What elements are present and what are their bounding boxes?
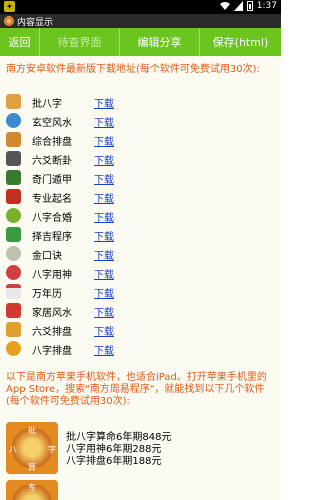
apple-app-item: 批八字算命6年期848元	[66, 432, 172, 443]
date-select-icon	[6, 227, 21, 242]
software-row: 家居风水 下载	[0, 301, 281, 320]
window-title: 内容显示	[17, 17, 54, 28]
naming-icon	[6, 189, 21, 204]
wifi-icon	[219, 2, 230, 10]
status-bar: ✦ 1:37	[0, 0, 281, 14]
jinkoujue-icon	[6, 246, 21, 261]
battery-icon	[246, 1, 253, 11]
liuyao-icon	[6, 322, 21, 337]
signal-icon	[233, 1, 243, 11]
home-fengshui-icon	[6, 303, 21, 318]
logo-char: 批	[28, 426, 36, 435]
calendar-icon	[6, 284, 21, 299]
download-link[interactable]: 下载	[94, 285, 114, 300]
download-link[interactable]: 下载	[94, 247, 114, 262]
yongshen-icon	[6, 265, 21, 280]
software-row: 综合排盘 下载	[0, 130, 281, 149]
clock: 1:37	[256, 1, 277, 11]
software-row: 八字排盘 下载	[0, 339, 281, 358]
software-name: 批八字	[32, 99, 62, 110]
logo-char: 专	[28, 483, 36, 492]
software-row: 六爻断卦 下载	[0, 149, 281, 168]
software-row: 八字用神 下载	[0, 263, 281, 282]
download-link[interactable]: 下载	[94, 133, 114, 148]
software-name: 金口诀	[32, 251, 62, 262]
android-download-heading: 南方安卓软件最新版下载地址(每个软件可免费试用30次):	[6, 64, 260, 75]
download-link[interactable]: 下载	[94, 304, 114, 319]
apple-app-list: 批八字算命6年期848元 八字用神6年期288元 八字排盘6年期188元	[66, 432, 171, 468]
edit-share-button[interactable]: 编辑分享	[120, 28, 200, 56]
software-row: 玄空风水 下载	[0, 111, 281, 130]
software-row: 六爻排盘 下载	[0, 320, 281, 339]
download-link[interactable]: 下载	[94, 209, 114, 224]
software-name: 综合排盘	[32, 137, 72, 148]
marriage-icon	[6, 208, 21, 223]
download-link[interactable]: 下载	[94, 171, 114, 186]
software-name: 万年历	[32, 289, 62, 300]
content-area[interactable]: 南方安卓软件最新版下载地址(每个软件可免费试用30次): 批八字 下载 玄空风水…	[0, 56, 281, 500]
download-link[interactable]: 下载	[94, 152, 114, 167]
globe-icon	[6, 113, 21, 128]
compass-icon	[6, 132, 21, 147]
app-icon	[4, 16, 14, 26]
software-name: 玄空风水	[32, 118, 72, 129]
back-button[interactable]: 返回	[0, 28, 40, 56]
apple-software-heading: 以下是南方苹果手机软件，也适合iPad。打开苹果手机里的App Store，搜索…	[6, 372, 267, 407]
download-link[interactable]: 下载	[94, 342, 114, 357]
software-row: 八字合婚 下载	[0, 206, 281, 225]
second-app-logo[interactable]: 专	[6, 480, 58, 500]
apple-app-item: 八字用神6年期288元	[66, 444, 162, 455]
software-name: 奇门遁甲	[32, 175, 72, 186]
logo-char: 八	[9, 445, 17, 454]
pending-view-button[interactable]: 待查界面	[40, 28, 120, 56]
title-bar: 内容显示	[0, 14, 281, 28]
download-link[interactable]: 下载	[94, 114, 114, 129]
toolbar: 返回 待查界面 编辑分享 保存(html)	[0, 28, 281, 56]
download-link[interactable]: 下载	[94, 95, 114, 110]
save-html-button[interactable]: 保存(html)	[200, 28, 281, 56]
bazi-app-logo[interactable]: 批 八 字 算	[6, 422, 58, 474]
download-link[interactable]: 下载	[94, 190, 114, 205]
notification-icon: ✦	[4, 1, 15, 12]
software-row: 择吉程序 下载	[0, 225, 281, 244]
software-name: 六爻断卦	[32, 156, 72, 167]
bazi-icon	[6, 94, 21, 109]
software-row: 奇门遁甲 下载	[0, 168, 281, 187]
software-name: 家居风水	[32, 308, 72, 319]
software-name: 八字用神	[32, 270, 72, 281]
logo-char: 字	[48, 445, 56, 454]
software-row: 专业起名 下载	[0, 187, 281, 206]
software-row: 批八字 下载	[0, 92, 281, 111]
logo-char: 算	[28, 463, 36, 472]
software-name: 择吉程序	[32, 232, 72, 243]
software-name: 八字排盘	[32, 346, 72, 357]
software-name: 专业起名	[32, 194, 72, 205]
hexagram-icon	[6, 151, 21, 166]
software-name: 八字合婚	[32, 213, 72, 224]
software-name: 六爻排盘	[32, 327, 72, 338]
apple-app-item: 八字排盘6年期188元	[66, 456, 162, 467]
download-link[interactable]: 下载	[94, 323, 114, 338]
software-row: 金口诀 下载	[0, 244, 281, 263]
download-link[interactable]: 下载	[94, 228, 114, 243]
qimen-icon	[6, 170, 21, 185]
bazi-chart-icon	[6, 341, 21, 356]
download-link[interactable]: 下载	[94, 266, 114, 281]
software-row: 万年历 下载	[0, 282, 281, 301]
